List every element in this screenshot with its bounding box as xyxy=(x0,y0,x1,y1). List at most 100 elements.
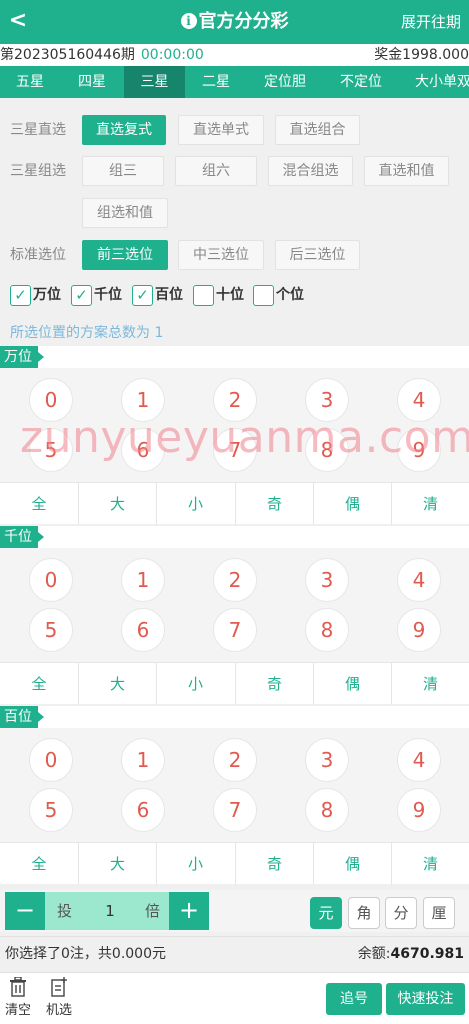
number-ball[interactable]: 1 xyxy=(121,558,165,602)
quick-select-button[interactable]: 偶 xyxy=(313,663,391,705)
number-ball[interactable]: 7 xyxy=(213,428,257,472)
number-ball[interactable]: 9 xyxy=(397,608,441,652)
standard-position-label: 标准选位 xyxy=(10,247,66,263)
multiplier-input[interactable]: 1 xyxy=(90,892,130,930)
number-ball[interactable]: 0 xyxy=(29,738,73,782)
number-ball[interactable]: 9 xyxy=(397,788,441,832)
multiplier-prefix: 投 xyxy=(57,902,73,920)
checkbox-empty-icon[interactable] xyxy=(253,285,274,306)
quick-select-button[interactable]: 小 xyxy=(156,483,234,525)
number-ball[interactable]: 4 xyxy=(397,378,441,422)
number-ball[interactable]: 6 xyxy=(121,428,165,472)
clear-button[interactable]: 清空 xyxy=(3,977,33,1018)
tab-position-gall[interactable]: 定位胆 xyxy=(250,66,320,98)
quick-select-button[interactable]: 全 xyxy=(0,663,78,705)
number-ball[interactable]: 0 xyxy=(29,558,73,602)
position-shi[interactable]: 十位 xyxy=(193,283,253,307)
issue-info: 第202305160446期 00:00:00 xyxy=(0,44,204,66)
method-mixed-group[interactable]: 混合组选 xyxy=(268,156,353,186)
number-ball[interactable]: 9 xyxy=(397,428,441,472)
number-ball[interactable]: 5 xyxy=(29,788,73,832)
standard-position-row: 标准选位 前三选位 中三选位 后三选位 xyxy=(0,239,469,271)
unit-yuan[interactable]: 元 xyxy=(310,897,342,929)
quick-select-button[interactable]: 大 xyxy=(78,663,156,705)
direct-method-label: 三星直选 xyxy=(10,122,66,138)
tab-unfixed-position[interactable]: 不定位 xyxy=(328,66,394,98)
tab-three-star[interactable]: 三星 xyxy=(124,66,185,98)
tab-big-small-odd-even[interactable]: 大小单双 xyxy=(405,66,469,98)
number-ball[interactable]: 1 xyxy=(121,738,165,782)
history-toggle[interactable]: 展开往期 xyxy=(401,0,461,44)
number-ball[interactable]: 2 xyxy=(213,378,257,422)
number-ball[interactable]: 3 xyxy=(305,558,349,602)
method-group-sum[interactable]: 组选和值 xyxy=(82,198,168,228)
method-group-three[interactable]: 组三 xyxy=(82,156,164,186)
number-ball[interactable]: 7 xyxy=(213,608,257,652)
method-direct-compound[interactable]: 直选复式 xyxy=(82,115,166,145)
unit-li[interactable]: 厘 xyxy=(423,897,455,929)
number-ball[interactable]: 2 xyxy=(213,558,257,602)
method-direct-sum[interactable]: 直选和值 xyxy=(364,156,449,186)
quick-select-button[interactable]: 偶 xyxy=(313,483,391,525)
checkbox-checked-icon[interactable]: ✓ xyxy=(132,285,153,306)
tab-five-star[interactable]: 五星 xyxy=(0,66,60,98)
number-ball[interactable]: 8 xyxy=(305,788,349,832)
quick-select-button[interactable]: 小 xyxy=(156,843,234,885)
quick-select-button[interactable]: 清 xyxy=(391,483,469,525)
number-ball[interactable]: 4 xyxy=(397,738,441,782)
issue-number: 第202305160446期 xyxy=(0,47,135,63)
tab-four-star[interactable]: 四星 xyxy=(62,66,122,98)
number-ball[interactable]: 6 xyxy=(121,608,165,652)
position-ge[interactable]: 个位 xyxy=(253,283,313,307)
selection-summary: 你选择了0注，共0.000元 xyxy=(5,946,166,962)
number-ball[interactable]: 3 xyxy=(305,378,349,422)
quick-select-button[interactable]: 奇 xyxy=(235,843,313,885)
random-pick-button[interactable]: 机选 xyxy=(44,977,74,1018)
number-ball[interactable]: 5 xyxy=(29,428,73,472)
unit-fen[interactable]: 分 xyxy=(385,897,417,929)
decrease-button[interactable]: − xyxy=(5,892,45,930)
number-ball[interactable]: 8 xyxy=(305,428,349,472)
method-group-six[interactable]: 组六 xyxy=(175,156,257,186)
quick-bet-button[interactable]: 快速投注 xyxy=(386,983,465,1015)
method-middle-three[interactable]: 中三选位 xyxy=(178,240,264,270)
digit-block-header: 百位 xyxy=(0,706,469,728)
quick-select-button[interactable]: 小 xyxy=(156,663,234,705)
balance-label: 余额: xyxy=(357,946,391,962)
number-ball[interactable]: 1 xyxy=(121,378,165,422)
quick-select-button[interactable]: 偶 xyxy=(313,843,391,885)
position-wan[interactable]: ✓ 万位 xyxy=(10,283,68,307)
quick-select-button[interactable]: 大 xyxy=(78,483,156,525)
number-ball[interactable]: 7 xyxy=(213,788,257,832)
position-qian[interactable]: ✓ 千位 xyxy=(71,283,131,307)
quick-select-button[interactable]: 奇 xyxy=(235,483,313,525)
number-ball[interactable]: 5 xyxy=(29,608,73,652)
quick-select-button[interactable]: 全 xyxy=(0,843,78,885)
number-ball[interactable]: 4 xyxy=(397,558,441,602)
checkbox-empty-icon[interactable] xyxy=(193,285,214,306)
method-front-three[interactable]: 前三选位 xyxy=(82,240,168,270)
number-ball[interactable]: 3 xyxy=(305,738,349,782)
method-direct-combo[interactable]: 直选组合 xyxy=(275,115,360,145)
number-ball[interactable]: 2 xyxy=(213,738,257,782)
quick-select-button[interactable]: 清 xyxy=(391,843,469,885)
number-ball[interactable]: 8 xyxy=(305,608,349,652)
quick-select-button[interactable]: 奇 xyxy=(235,663,313,705)
play-type-tabs: 五星 四星 三星 二星 定位胆 不定位 大小单双 xyxy=(0,66,469,98)
number-ball[interactable]: 0 xyxy=(29,378,73,422)
method-direct-single[interactable]: 直选单式 xyxy=(178,115,264,145)
number-ball[interactable]: 6 xyxy=(121,788,165,832)
tab-two-star[interactable]: 二星 xyxy=(187,66,245,98)
increase-button[interactable]: + xyxy=(169,892,209,930)
method-back-three[interactable]: 后三选位 xyxy=(275,240,360,270)
checkbox-checked-icon[interactable]: ✓ xyxy=(71,285,92,306)
position-bai[interactable]: ✓ 百位 xyxy=(132,283,192,307)
chase-button[interactable]: 追号 xyxy=(326,983,382,1015)
info-icon[interactable]: i xyxy=(180,13,197,29)
quick-select-button[interactable]: 全 xyxy=(0,483,78,525)
quick-select-button[interactable]: 大 xyxy=(78,843,156,885)
digit-block-header: 千位 xyxy=(0,526,469,548)
checkbox-checked-icon[interactable]: ✓ xyxy=(10,285,31,306)
quick-select-button[interactable]: 清 xyxy=(391,663,469,705)
unit-jiao[interactable]: 角 xyxy=(348,897,380,929)
